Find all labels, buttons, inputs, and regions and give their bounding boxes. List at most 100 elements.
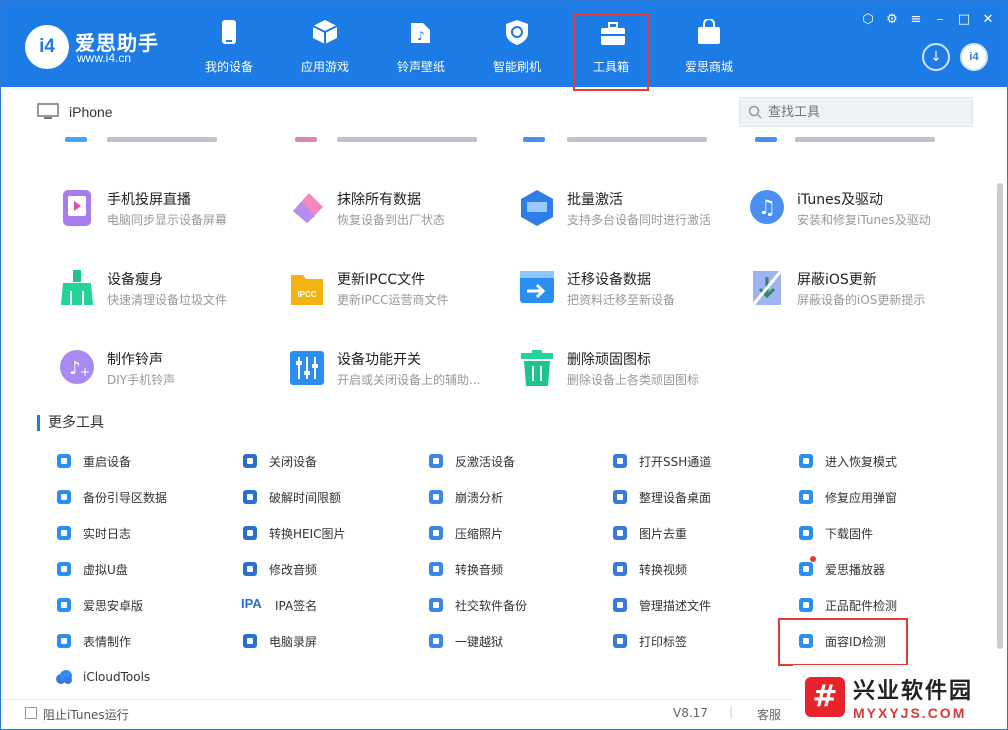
footer-separator: | xyxy=(729,705,734,719)
more-tool-label: 重启设备 xyxy=(83,454,132,469)
restart-icon xyxy=(55,452,73,470)
more-tool-item[interactable]: 社交软件备份 xyxy=(427,595,527,615)
more-tool-item[interactable]: 正品配件检测 xyxy=(797,595,897,615)
more-tool-item[interactable]: 电脑录屏 xyxy=(241,631,317,651)
nav-my-device[interactable]: 我的设备 xyxy=(183,1,275,87)
skin-icon[interactable]: ⬡ xyxy=(861,13,875,27)
more-tool-label: 压缩照片 xyxy=(455,526,504,541)
more-tool-item[interactable]: 崩溃分析 xyxy=(427,487,503,507)
device-indicator[interactable]: iPhone xyxy=(37,101,113,123)
more-tool-item[interactable]: 一键越狱 xyxy=(427,631,503,651)
tool-title: 删除顽固图标 xyxy=(567,352,651,368)
music-file-icon: ♪ xyxy=(411,23,430,43)
phone-icon xyxy=(222,20,236,44)
minimize-icon[interactable]: – xyxy=(933,13,947,27)
block-itunes-label[interactable]: 阻止iTunes运行 xyxy=(43,706,129,723)
more-tool-item[interactable]: 表情制作 xyxy=(55,631,131,651)
tool-make-ringtone[interactable]: ♪ + 制作铃声 DIY手机铃声 xyxy=(59,349,279,399)
crash-chart-icon xyxy=(427,488,445,506)
tool-screen-mirroring[interactable]: 手机投屏直播 电脑同步显示设备屏幕 xyxy=(59,189,279,239)
ipa-icon: IPA xyxy=(241,596,262,611)
tool-title: 设备功能开关 xyxy=(337,352,421,368)
tool-update-ipcc[interactable]: IPCC 更新IPCC文件 更新IPCC运营商文件 xyxy=(289,269,509,319)
batch-activate-icon xyxy=(521,190,553,226)
nav-toolbox[interactable]: 工具箱 xyxy=(573,13,649,91)
more-tool-item[interactable]: 重启设备 xyxy=(55,451,131,471)
tool-desc: 删除设备上各类顽固图标 xyxy=(567,373,700,387)
tool-search[interactable] xyxy=(739,97,973,127)
more-tool-item[interactable]: 爱思安卓版 xyxy=(55,595,143,615)
more-tool-item[interactable]: 修复应用弹窗 xyxy=(797,487,897,507)
more-tool-item[interactable]: IPA IPA签名 xyxy=(241,595,317,615)
backup-icon xyxy=(55,488,73,506)
more-tool-item[interactable]: 进入恢复模式 xyxy=(797,451,897,471)
watermark-title: 兴业软件园 xyxy=(853,679,974,704)
download-icon[interactable]: ↓ xyxy=(922,43,950,71)
log-icon xyxy=(55,524,73,542)
more-tool-label: 崩溃分析 xyxy=(455,490,504,505)
tool-erase-data[interactable]: 抹除所有数据 恢复设备到出厂状态 xyxy=(289,189,509,239)
app-window: i4 爱思助手 www.i4.cn 我的设备 应用游戏 ♪ 铃声壁纸 智能刷机 … xyxy=(0,0,1008,730)
device-name: iPhone xyxy=(69,104,113,120)
more-tool-item[interactable]: 整理设备桌面 xyxy=(611,487,711,507)
more-tool-item[interactable]: 下载固件 xyxy=(797,523,873,543)
more-tool-item[interactable]: 虚拟U盘 xyxy=(55,559,128,579)
more-tool-label: 下载固件 xyxy=(825,526,874,541)
maximize-icon[interactable]: □ xyxy=(957,13,971,27)
more-tool-item[interactable]: 转换视频 xyxy=(611,559,687,579)
recovery-icon xyxy=(797,452,815,470)
support-link[interactable]: 客服 xyxy=(757,706,781,723)
switch-sliders-icon xyxy=(290,351,324,385)
more-tool-item[interactable]: 实时日志 xyxy=(55,523,131,543)
more-tool-label: 爱思安卓版 xyxy=(83,598,144,613)
printer-icon xyxy=(611,632,629,650)
nav-apps-games[interactable]: 应用游戏 xyxy=(279,1,371,87)
search-input[interactable] xyxy=(768,104,958,120)
tool-itunes-driver[interactable]: ♫ iTunes及驱动 安装和修复iTunes及驱动 xyxy=(749,189,969,239)
tool-desc: 电脑同步显示设备屏幕 xyxy=(107,213,228,227)
watermark-logo: # xyxy=(805,677,845,717)
tool-block-ios-update[interactable]: 屏蔽iOS更新 屏蔽设备的iOS更新提示 xyxy=(749,269,969,319)
itunes-icon: ♫ xyxy=(750,190,784,224)
tool-migrate-data[interactable]: 迁移设备数据 把资料迁移至新设备 xyxy=(519,269,739,319)
more-tool-item[interactable]: 压缩照片 xyxy=(427,523,503,543)
more-tool-item[interactable]: 关闭设备 xyxy=(241,451,317,471)
more-tool-item[interactable]: iCloudTools xyxy=(55,667,150,687)
more-tool-item[interactable]: 反激活设备 xyxy=(427,451,515,471)
more-tool-item[interactable]: 转换HEIC图片 xyxy=(241,523,346,543)
settings-icon[interactable]: ⚙ xyxy=(885,13,899,27)
more-tool-item[interactable]: 转换音频 xyxy=(427,559,503,579)
ringtone-icon: ♪ + xyxy=(60,350,94,384)
tool-title: 抹除所有数据 xyxy=(337,192,421,208)
more-tool-item[interactable]: 管理描述文件 xyxy=(611,595,711,615)
tool-desc: 恢复设备到出厂状态 xyxy=(337,213,446,227)
user-avatar-icon[interactable]: i4 xyxy=(960,43,988,71)
nav-ringtones-wallpapers[interactable]: ♪ 铃声壁纸 xyxy=(375,1,467,87)
tool-delete-stubborn-icons[interactable]: 删除顽固图标 删除设备上各类顽固图标 xyxy=(519,349,739,399)
more-tool-item[interactable]: 图片去重 xyxy=(611,523,687,543)
nav-i4-store[interactable]: 爱思商城 xyxy=(663,1,755,87)
tool-batch-activate[interactable]: 批量激活 支持多台设备同时进行激活 xyxy=(519,189,739,239)
more-tool-label: 修改音频 xyxy=(269,562,318,577)
block-itunes-checkbox[interactable] xyxy=(25,707,37,719)
more-tool-item[interactable]: 打印标签 xyxy=(611,631,687,651)
tool-device-cleanup[interactable]: 设备瘦身 快速清理设备垃圾文件 xyxy=(59,269,279,319)
more-tool-item[interactable]: 备份引导区数据 xyxy=(55,487,167,507)
tool-feature-switch[interactable]: 设备功能开关 开启或关闭设备上的辅助... xyxy=(289,349,509,399)
more-tool-item[interactable]: 破解时间限额 xyxy=(241,487,341,507)
nav-smart-flash[interactable]: 智能刷机 xyxy=(471,1,563,87)
close-icon[interactable]: ✕ xyxy=(981,13,995,27)
scrollbar[interactable] xyxy=(997,183,1003,649)
cube-icon xyxy=(312,20,338,44)
more-tool-item[interactable]: 爱思播放器 xyxy=(797,559,885,579)
power-icon xyxy=(241,452,259,470)
menu-icon[interactable]: ≡ xyxy=(909,13,923,27)
more-tool-item[interactable]: 修改音频 xyxy=(241,559,317,579)
more-tool-label: 爱思播放器 xyxy=(825,562,886,577)
photo-icon xyxy=(427,524,445,542)
tool-title: 制作铃声 xyxy=(107,352,163,368)
top-bar: i4 爱思助手 www.i4.cn 我的设备 应用游戏 ♪ 铃声壁纸 智能刷机 … xyxy=(1,1,1007,91)
more-tool-item[interactable]: 打开SSH通道 xyxy=(611,451,711,471)
more-tool-label: 管理描述文件 xyxy=(639,598,712,613)
clock-icon xyxy=(241,488,259,506)
